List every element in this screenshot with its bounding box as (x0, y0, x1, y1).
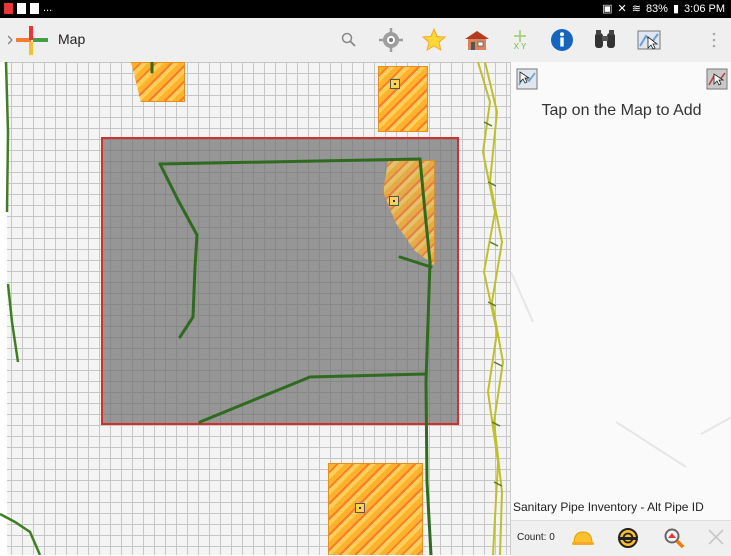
panel-map-ghost (511, 271, 731, 468)
pipe-segment (6, 283, 20, 363)
xy-label: X Y (513, 42, 527, 51)
stream-line (484, 62, 505, 555)
add-feature-panel: Tap on the Map to Add Sanitary Pipe Inve… (510, 62, 731, 556)
hard-hat-icon[interactable] (571, 528, 594, 550)
map-canvas[interactable] (0, 62, 510, 555)
pipe-segment (158, 157, 422, 166)
pipe-segment (398, 255, 433, 269)
panel-footer: Count: 0 (511, 520, 731, 556)
xy-coordinates-icon[interactable]: X Y (504, 24, 536, 56)
close-icon[interactable] (707, 528, 729, 550)
instruction-message: Tap on the Map to Add (541, 102, 702, 119)
gps-locate-icon[interactable] (375, 24, 407, 56)
pipe-segment (0, 512, 42, 555)
target-icon[interactable] (617, 527, 639, 549)
notification-icon (17, 2, 26, 14)
app-bar: Map X Y (0, 18, 731, 63)
clock: 3:06 PM (684, 2, 725, 15)
pipe-segment (198, 372, 427, 424)
info-icon[interactable] (546, 24, 578, 56)
map-select-icon[interactable] (633, 24, 665, 56)
notification-icon (30, 2, 39, 14)
wifi-icon: ≋ (631, 3, 641, 15)
home-building-icon[interactable] (461, 24, 493, 56)
page-title: Map (58, 31, 86, 47)
battery-level: 83% (645, 2, 668, 15)
app-logo-icon[interactable] (7, 23, 52, 57)
screen-cast-icon: ▣ (602, 3, 613, 15)
battery-icon: ▮ (672, 3, 680, 15)
overflow-menu-icon[interactable] (698, 24, 730, 56)
pipe-network[interactable] (0, 62, 510, 555)
search-icon[interactable] (333, 24, 365, 56)
status-bar: ... ▣ ✕ ≋ 83% ▮ 3:06 PM (0, 0, 731, 18)
pipe-segment (158, 162, 199, 339)
layer-name: Sanitary Pipe Inventory - Alt Pipe ID (513, 500, 704, 514)
favorites-star-icon[interactable] (418, 24, 450, 56)
close-panel-icon[interactable] (706, 68, 728, 90)
binoculars-icon[interactable] (589, 24, 621, 56)
pipe-segment (4, 62, 10, 213)
notification-icon (4, 2, 13, 14)
feature-count: Count: 0 (517, 532, 555, 543)
mute-icon: ✕ (617, 3, 627, 15)
select-tool-icon[interactable] (516, 68, 538, 90)
zoom-search-icon[interactable] (663, 527, 685, 549)
more-notifications: ... (43, 2, 53, 14)
pipe-segment (418, 157, 433, 555)
